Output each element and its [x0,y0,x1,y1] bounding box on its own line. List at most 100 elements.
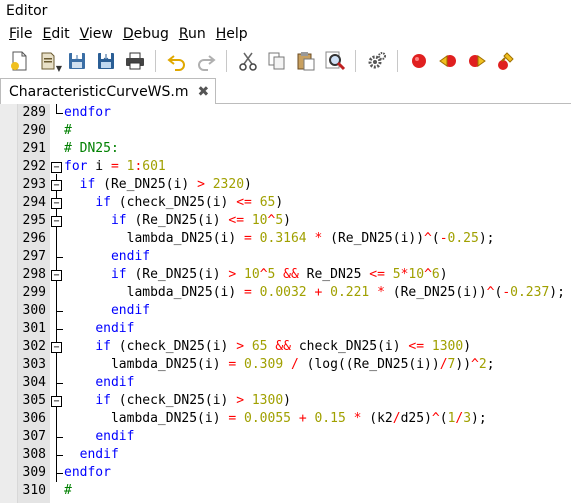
toggle-breakpoint-icon[interactable] [404,47,433,75]
save-icon[interactable] [62,47,91,75]
code-line: 304 endif [0,374,571,392]
menu-mnemonic: F [9,25,17,42]
code-token: endif [110,303,151,318]
new-file-icon[interactable] [4,47,33,75]
code-text[interactable]: endfor [64,104,111,122]
code-token: ); [471,411,487,426]
menu-edit[interactable]: Edit [37,26,74,42]
code-token: ^ [486,285,495,300]
print-icon[interactable] [120,47,149,75]
copy-icon[interactable] [262,47,291,75]
code-token: 0.309 [244,357,284,372]
code-line: 296 lambda_DN25(i) = 0.3164 * (Re_DN25(i… [0,230,571,248]
menu-view[interactable]: View [75,26,118,42]
code-text[interactable]: if (check_DN25(i) > 1300) [64,392,291,410]
line-number: 293 [22,177,46,192]
tab-bar: CharacteristicCurveWS.m ✖ [0,77,571,104]
code-text[interactable]: # [64,122,72,140]
code-line: 305 if (check_DN25(i) > 1300) [0,392,571,410]
save-as-icon[interactable] [91,47,120,75]
menu-help[interactable]: Help [211,26,253,42]
tab-characteristic-curve[interactable]: CharacteristicCurveWS.m ✖ [0,78,216,104]
code-text[interactable]: endif [64,428,134,446]
settings-icon[interactable] [362,47,391,75]
paste-icon[interactable] [291,47,320,75]
code-line: 308 endif [0,446,571,464]
menu-mnemonic: R [178,25,188,42]
menu-file[interactable]: File [4,26,37,42]
code-token: ) [439,267,448,282]
cut-icon[interactable] [233,47,262,75]
code-token: endif [95,375,135,390]
code-token: endif [79,447,119,462]
toolbar-separator [155,50,156,72]
menu-debug[interactable]: Debug [118,26,174,42]
code-token: ); [549,285,565,300]
code-token: ^ [259,267,268,282]
menu-run[interactable]: Run [174,26,211,42]
code-text[interactable]: if (Re_DN25(i) > 2320) [64,176,252,194]
code-token: check_DN25(i) [291,339,409,354]
line-number: 289 [22,105,46,120]
code-token: if [95,339,111,354]
code-text[interactable]: if (check_DN25(i) > 65 && check_DN25(i) … [64,338,471,356]
clear-breakpoints-icon[interactable] [491,47,520,75]
undo-icon[interactable] [162,47,191,75]
code-token: / [291,357,299,372]
code-text[interactable]: for i = 1:601 [64,158,166,176]
line-number: 297 [22,249,46,264]
code-token: 5 [275,213,284,228]
code-token: (k2 [361,411,393,426]
menu-label-rest: ile [16,25,33,42]
code-token: endfor [64,105,111,120]
code-text[interactable]: # DN25: [64,140,119,158]
code-text[interactable]: endfor [64,464,111,482]
code-token: ); [478,231,495,246]
code-text[interactable]: endif [64,374,134,392]
code-line: 307 endif [0,428,571,446]
find-icon[interactable] [320,47,349,75]
code-line: 289 endfor [0,104,571,122]
next-breakpoint-icon[interactable] [462,47,491,75]
code-text[interactable]: if (Re_DN25(i) <= 10^5) [64,212,291,230]
code-token: # DN25: [64,141,119,156]
open-file-icon[interactable]: ▼ [33,47,62,75]
code-editor[interactable]: − − − − − − − 289 endfor 290 #291 # DN25: 292… [0,104,571,503]
close-icon[interactable]: ✖ [198,84,210,100]
code-token: 0.237 [510,285,550,300]
window-title: Editor [0,0,571,22]
code-text[interactable]: lambda_DN25(i) = 0.309 / (log((Re_DN25(i… [64,356,495,374]
code-text[interactable]: lambda_DN25(i) = 0.0032 + 0.221 * (Re_DN… [64,284,565,302]
code-text[interactable]: endif [64,302,150,320]
line-number: 294 [22,195,46,210]
code-token: # [64,483,72,498]
code-token: lambda_DN25(i) [64,357,229,372]
code-line: 293 if (Re_DN25(i) > 2320) [0,176,571,194]
code-token: > [236,339,245,354]
code-text[interactable]: endif [64,446,119,464]
code-text[interactable]: # [64,482,72,500]
code-token: lambda_DN25(i) [64,411,229,426]
line-number: 299 [22,285,46,300]
code-token: && [283,267,299,282]
code-text[interactable]: if (Re_DN25(i) > 10^5 && Re_DN25 <= 5*10… [64,266,448,284]
code-text[interactable]: if (check_DN25(i) <= 65) [64,194,283,212]
code-text[interactable]: endif [64,248,150,266]
code-line: 290 # [0,122,571,140]
code-text[interactable]: lambda_DN25(i) = 0.3164 * (Re_DN25(i))^(… [64,230,495,248]
code-text[interactable]: lambda_DN25(i) = 0.0055 + 0.15 * (k2/d25… [64,410,487,428]
code-token: 65 [259,195,276,210]
code-text[interactable]: endif [64,320,134,338]
previous-breakpoint-icon[interactable] [433,47,462,75]
redo-icon[interactable] [191,47,220,75]
code-token: (log((Re_DN25(i)) [298,357,440,372]
